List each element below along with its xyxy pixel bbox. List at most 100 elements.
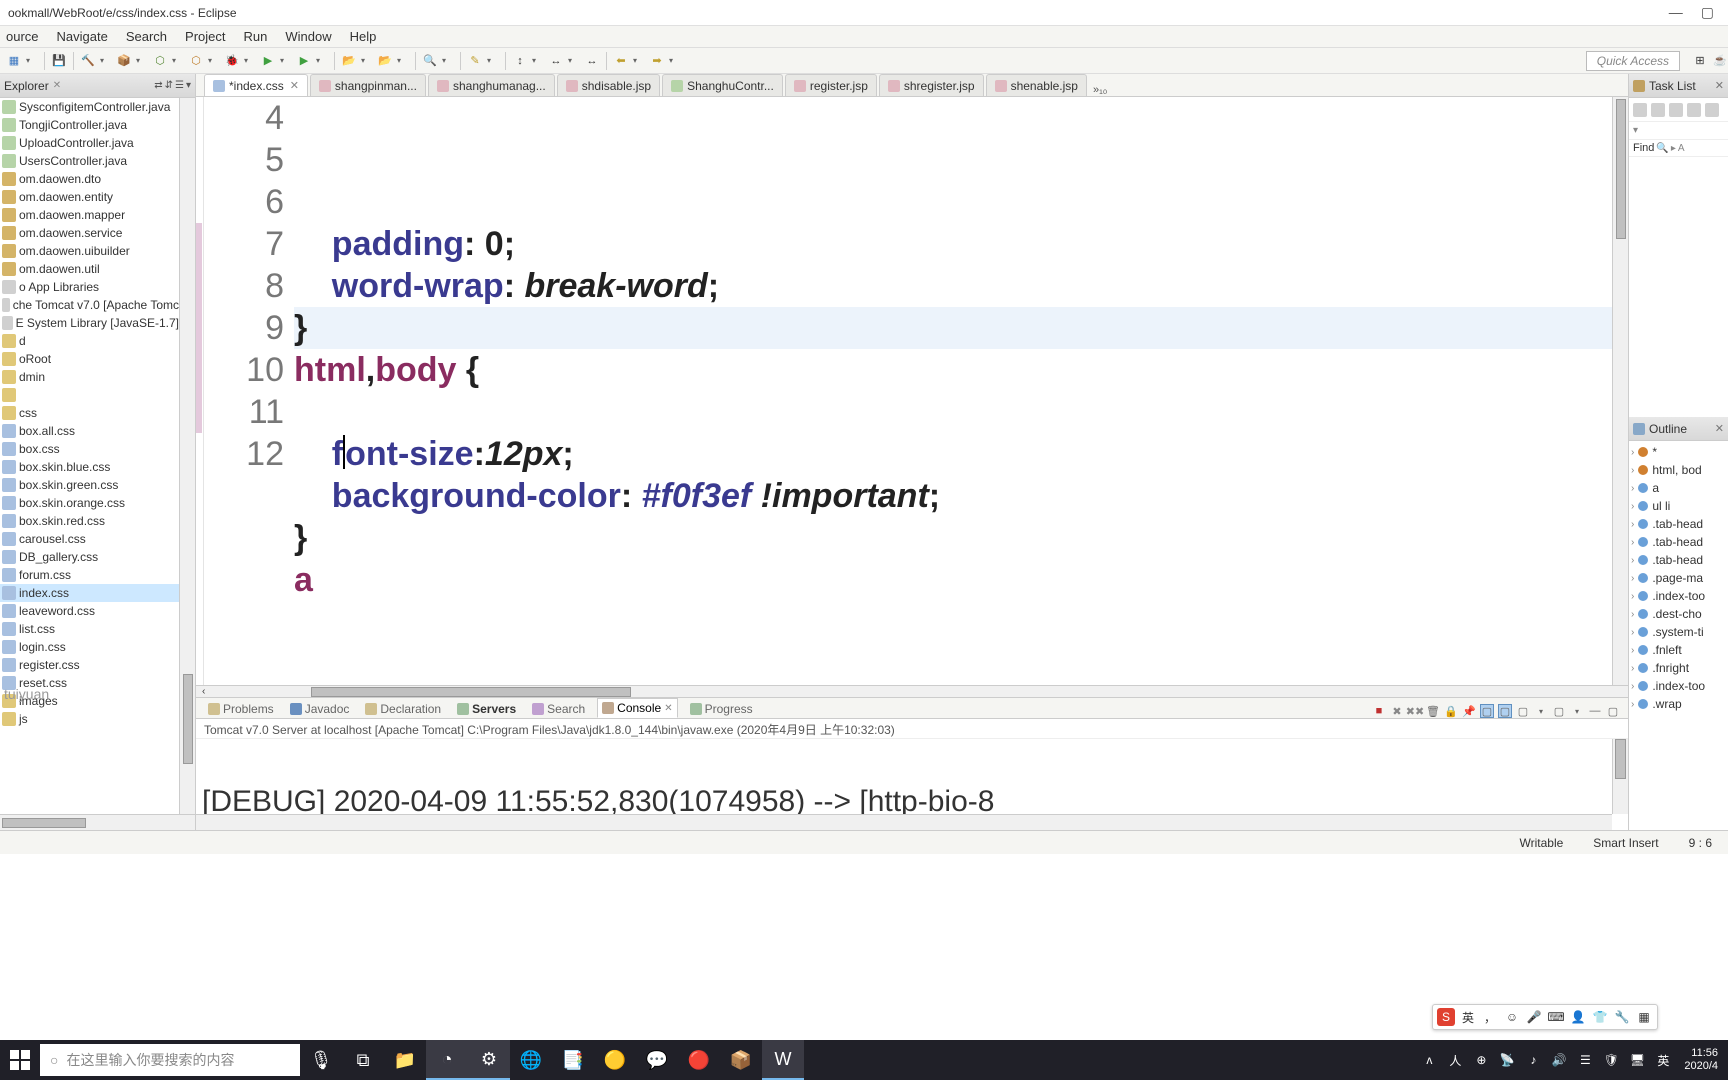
console-output[interactable]: [DEBUG] 2020-04-09 11:55:52,830(1074958)… (196, 739, 1628, 830)
tray-icon[interactable]: ☰ (1576, 1051, 1594, 1069)
editor-tab[interactable]: shangpinman... (310, 74, 426, 96)
menu-help[interactable]: Help (350, 29, 377, 44)
expand-icon[interactable]: › (1631, 663, 1634, 674)
tree-item[interactable]: box.all.css (0, 422, 179, 440)
tray-up-icon[interactable]: ʌ (1420, 1051, 1438, 1069)
ime-emoji-icon[interactable]: ☺ (1503, 1008, 1521, 1026)
tree-item[interactable]: UsersController.java (0, 152, 179, 170)
tree-item[interactable]: reset.css (0, 674, 179, 692)
tree-item[interactable]: om.daowen.service (0, 224, 179, 242)
expand-icon[interactable]: › (1631, 609, 1634, 620)
tree-item[interactable]: om.daowen.uibuilder (0, 242, 179, 260)
tree-item[interactable]: forum.css (0, 566, 179, 584)
dropdown-icon[interactable]: ▾ (532, 56, 540, 65)
tree-item[interactable]: dmin (0, 368, 179, 386)
outline-item[interactable]: ›.index-too (1631, 587, 1726, 605)
expand-icon[interactable]: › (1631, 555, 1634, 566)
tree-item[interactable]: box.skin.orange.css (0, 494, 179, 512)
tray-icon[interactable]: ⊕ (1472, 1051, 1490, 1069)
terminate-icon[interactable]: ■ (1372, 704, 1386, 718)
volume-icon[interactable]: 🔊 (1550, 1051, 1568, 1069)
tray-icon[interactable]: 人 (1446, 1051, 1464, 1069)
app-icon[interactable]: 📑 (552, 1040, 594, 1080)
taskbar-search[interactable]: ○ 在这里输入你要搜索的内容 (40, 1044, 300, 1076)
taskbar-clock[interactable]: 11:56 2020/4 (1680, 1047, 1722, 1073)
explorer-tree[interactable]: SysconfigitemController.javaTongjiContro… (0, 98, 195, 814)
expand-icon[interactable]: › (1631, 645, 1634, 656)
ime-voice-icon[interactable]: 🎤 (1525, 1008, 1543, 1026)
outline-item[interactable]: ›.tab-head (1631, 533, 1726, 551)
tool-icon[interactable] (1633, 103, 1647, 117)
ime-keyboard-icon[interactable]: ⌨ (1547, 1008, 1565, 1026)
tree-item[interactable]: d (0, 332, 179, 350)
ime-punct-icon[interactable]: ， (1481, 1008, 1499, 1026)
code-editor[interactable]: 456789101112 padding: 0; word-wrap: brea… (196, 97, 1628, 685)
dropdown-icon[interactable]: ▾ (208, 56, 216, 65)
menu-search[interactable]: Search (126, 29, 167, 44)
close-icon[interactable]: ✕ (1715, 422, 1724, 435)
tab-search[interactable]: Search (528, 700, 589, 718)
chevron-down-icon[interactable]: ▾ (1629, 125, 1638, 136)
tool-icon[interactable] (1651, 103, 1665, 117)
outline-item[interactable]: ›.tab-head (1631, 515, 1726, 533)
editor-tab[interactable]: shregister.jsp (879, 74, 984, 96)
console-scrollbar-horizontal[interactable] (196, 814, 1612, 830)
filter-icon[interactable]: ☰ (175, 80, 184, 91)
code-area[interactable]: padding: 0; word-wrap: break-word; } htm… (294, 97, 1612, 685)
debug-icon[interactable]: 🐞 (224, 53, 240, 69)
tool-icon[interactable]: ↔ (548, 53, 564, 69)
more-tabs-icon[interactable]: »₁₀ (1093, 84, 1107, 96)
tray-icon[interactable]: ♪ (1524, 1051, 1542, 1069)
tree-item[interactable]: box.skin.green.css (0, 476, 179, 494)
outline-item[interactable]: ›a (1631, 479, 1726, 497)
tree-item[interactable]: o App Libraries (0, 278, 179, 296)
tree-item[interactable]: box.skin.blue.css (0, 458, 179, 476)
nav-icon[interactable]: ▸ (1671, 143, 1676, 154)
pin-icon[interactable]: 📌 (1462, 704, 1476, 718)
outline-item[interactable]: ›.tab-head (1631, 551, 1726, 569)
editor-tab[interactable]: shanghumanag... (428, 74, 555, 96)
outline-item[interactable]: ›.wrap (1631, 695, 1726, 713)
tool-icon[interactable]: 📂 (377, 53, 393, 69)
tab-servers[interactable]: Servers (453, 700, 520, 718)
maximize-icon[interactable]: ▢ (1701, 4, 1714, 21)
tree-item[interactable]: E System Library [JavaSE-1.7] (0, 314, 179, 332)
ime-lang[interactable]: 英 (1459, 1008, 1477, 1026)
outline-item[interactable]: ›.page-ma (1631, 569, 1726, 587)
search-icon[interactable]: 🔍 (1656, 143, 1668, 154)
dropdown-icon[interactable]: ▾ (280, 56, 288, 65)
app-taskbar-icon[interactable]: ⚙ (468, 1040, 510, 1080)
outline-item[interactable]: ›.fnleft (1631, 641, 1726, 659)
dropdown-icon[interactable]: ▾ (316, 56, 324, 65)
ime-tool-icon[interactable]: 🔧 (1613, 1008, 1631, 1026)
new-icon[interactable]: ▦ (6, 53, 22, 69)
menu-window[interactable]: Window (285, 29, 331, 44)
cortana-icon[interactable]: 🎙 (300, 1040, 342, 1080)
tray-icon[interactable]: 🖥 (1628, 1051, 1646, 1069)
tree-item[interactable]: che Tomcat v7.0 [Apache Tomc (0, 296, 179, 314)
tree-item[interactable]: om.daowen.dto (0, 170, 179, 188)
minimize-view-icon[interactable]: — (1588, 704, 1602, 718)
dropdown-icon[interactable]: ▾ (442, 56, 450, 65)
app-icon[interactable]: 🟡 (594, 1040, 636, 1080)
tree-item[interactable]: box.css (0, 440, 179, 458)
remove-icon[interactable]: ✖ (1390, 704, 1404, 718)
tray-icon[interactable]: 🛡 (1602, 1051, 1620, 1069)
tool-icon[interactable]: ✎ (467, 53, 483, 69)
ime-menu-icon[interactable]: ▦ (1635, 1008, 1653, 1026)
tool-icon[interactable] (1687, 103, 1701, 117)
expand-icon[interactable]: › (1631, 699, 1634, 710)
outline-item[interactable]: ›.index-too (1631, 677, 1726, 695)
tab-console[interactable]: Console ✕ (597, 698, 677, 718)
scrollbar-vertical[interactable] (179, 98, 195, 814)
outline-tree[interactable]: ›*›html, bod›a›ul li›.tab-head›.tab-head… (1629, 441, 1728, 830)
link-icon[interactable]: ⇵ (165, 80, 173, 91)
tree-item[interactable]: SysconfigitemController.java (0, 98, 179, 116)
editor-tab[interactable]: register.jsp (785, 74, 877, 96)
expand-icon[interactable]: › (1631, 447, 1634, 458)
ime-toolbar[interactable]: S 英 ， ☺ 🎤 ⌨ 👤 👕 🔧 ▦ (1432, 1004, 1658, 1030)
close-view-icon[interactable]: ✕ (53, 80, 61, 91)
tree-item[interactable]: om.daowen.util (0, 260, 179, 278)
dropdown-icon[interactable]: ▾ (172, 56, 180, 65)
maximize-view-icon[interactable]: ▢ (1606, 704, 1620, 718)
